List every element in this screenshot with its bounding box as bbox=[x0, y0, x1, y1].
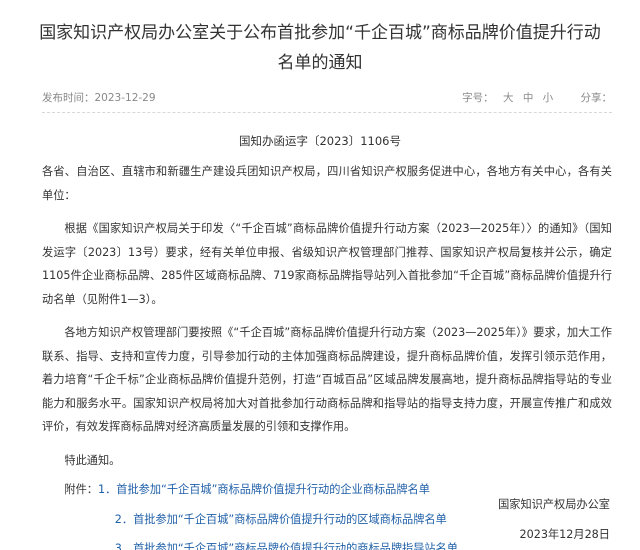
article-title: 国家知识产权局办公室关于公布首批参加“千企百城”商标品牌价值提升行动 名单的通知 bbox=[20, 18, 620, 78]
notice-page: 国家知识产权局办公室关于公布首批参加“千企百城”商标品牌价值提升行动 名单的通知… bbox=[0, 0, 640, 550]
signature: 国家知识产权局办公室 bbox=[498, 498, 610, 511]
paragraph-1: 根据《国家知识产权局关于印发〈“千企百城”商标品牌价值提升行动方案（2023—2… bbox=[42, 222, 612, 306]
attachment-link-2[interactable]: 2．首批参加“千企百城”商标品牌价值提升行动的区域商标品牌名单 bbox=[115, 513, 447, 526]
attachments-label: 附件： bbox=[64, 483, 98, 496]
meta-bar: 发布时间：2023-12-29 字号： 大 中 小 分享： bbox=[42, 90, 612, 104]
attachment-link-3[interactable]: 3．首批参加“千企百城”商标品牌价值提升行动的商标品牌指导站名单 bbox=[115, 542, 458, 550]
font-small-button[interactable]: 小 bbox=[543, 92, 554, 104]
paragraph-2: 各地方知识产权管理部门要按照《“千企百城”商标品牌价值提升行动方案（2023—2… bbox=[42, 326, 612, 433]
paragraph-3: 特此通知。 bbox=[64, 453, 121, 467]
recipients: 各省、自治区、直辖市和新疆生产建设兵团知识产权局，四川省知识产权服务促进中心，各… bbox=[42, 165, 612, 202]
font-medium-button[interactable]: 中 bbox=[523, 92, 534, 104]
meta-tools: 字号： 大 中 小 分享： bbox=[456, 90, 612, 105]
document-number: 国知办函运字〔2023〕1106号 bbox=[238, 134, 402, 148]
font-size-label: 字号： bbox=[462, 92, 494, 104]
title-line-2: 名单的通知 bbox=[277, 53, 363, 73]
attachment-link-1[interactable]: 1．首批参加“千企百城”商标品牌价值提升行动的企业商标品牌名单 bbox=[98, 483, 430, 496]
notice-body: 各省、自治区、直辖市和新疆生产建设兵团知识产权局，四川省知识产权服务促进中心，各… bbox=[42, 160, 612, 550]
share-label[interactable]: 分享： bbox=[581, 92, 613, 104]
publish-date: 发布时间：2023-12-29 bbox=[42, 92, 156, 104]
title-line-1: 国家知识产权局办公室关于公布首批参加“千企百城”商标品牌价值提升行动 bbox=[39, 23, 601, 43]
divider bbox=[42, 112, 612, 113]
sign-date: 2023年12月28日 bbox=[519, 528, 610, 541]
font-large-button[interactable]: 大 bbox=[503, 92, 514, 104]
